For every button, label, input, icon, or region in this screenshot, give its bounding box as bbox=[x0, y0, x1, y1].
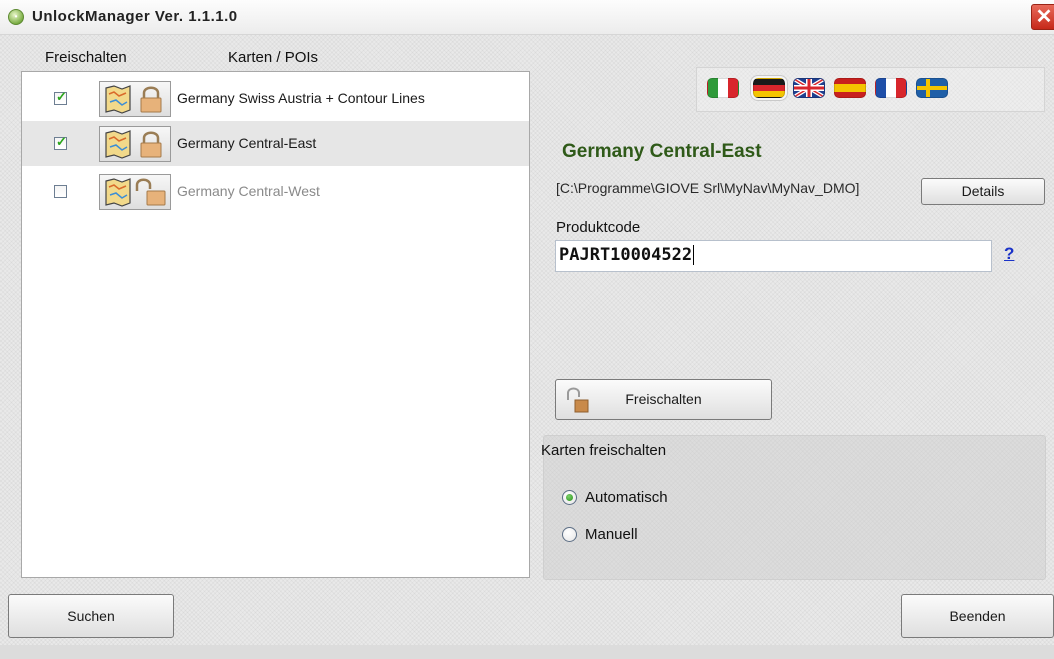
lock-closed-icon bbox=[140, 86, 162, 113]
check-mark-icon: ✓ bbox=[56, 89, 67, 104]
search-button[interactable]: Suchen bbox=[8, 594, 174, 638]
spain-flag-icon[interactable] bbox=[834, 78, 866, 98]
details-button[interactable]: Details bbox=[921, 178, 1045, 205]
map-list-item-selected[interactable]: ✓ Germany Central-East bbox=[22, 121, 529, 166]
language-selector bbox=[696, 67, 1045, 112]
app-icon: • bbox=[8, 9, 24, 25]
lock-closed-icon bbox=[140, 131, 162, 158]
product-code-value: PAJRT10004522 bbox=[559, 245, 693, 265]
product-code-input[interactable]: PAJRT10004522 bbox=[555, 240, 992, 272]
map-list: ✓ Germany Swiss Austria + Contour Lines … bbox=[21, 71, 530, 578]
exit-button[interactable]: Beenden bbox=[901, 594, 1054, 638]
selected-map-title: Germany Central-East bbox=[562, 141, 762, 162]
column-header-maps: Karten / POIs bbox=[228, 49, 319, 66]
radio-manual[interactable] bbox=[562, 527, 577, 542]
radio-automatic-label[interactable]: Automatisch bbox=[585, 489, 668, 506]
install-path: [C:\Programme\GIOVE Srl\MyNav\MyNav_DMO] bbox=[556, 180, 860, 196]
unlock-button-label: Freischalten bbox=[625, 391, 702, 407]
germany-flag-icon[interactable] bbox=[751, 76, 787, 100]
map-list-item[interactable]: Germany Central-West bbox=[22, 169, 529, 214]
window-title: UnlockManager Ver. 1.1.1.0 bbox=[32, 8, 238, 25]
map-name: Germany Central-West bbox=[177, 183, 320, 199]
radio-selected-dot bbox=[566, 494, 573, 501]
map-name: Germany Central-East bbox=[177, 135, 317, 151]
sweden-flag-icon[interactable] bbox=[916, 78, 948, 98]
text-caret bbox=[693, 245, 695, 265]
italy-flag-icon[interactable] bbox=[707, 78, 739, 98]
map-thumbnail bbox=[99, 174, 171, 210]
uk-flag-icon[interactable] bbox=[793, 78, 825, 98]
radio-automatic[interactable] bbox=[562, 490, 577, 505]
column-header-unlock: Freischalten bbox=[45, 49, 127, 66]
check-mark-icon: ✓ bbox=[56, 134, 67, 149]
map-name: Germany Swiss Austria + Contour Lines bbox=[177, 90, 425, 106]
map-icon bbox=[105, 178, 131, 207]
map-icon bbox=[105, 85, 131, 114]
map-thumbnail bbox=[99, 126, 171, 162]
lock-open-icon bbox=[564, 386, 590, 429]
unlock-button[interactable]: Freischalten bbox=[555, 379, 772, 420]
status-bar bbox=[0, 645, 1054, 659]
map-thumbnail bbox=[99, 81, 171, 117]
title-bar: • UnlockManager Ver. 1.1.1.0 ✕ bbox=[0, 0, 1054, 35]
unlock-checkbox[interactable]: ✓ bbox=[54, 134, 67, 150]
map-icon bbox=[105, 130, 131, 159]
unlock-checkbox[interactable]: ✓ bbox=[54, 89, 67, 105]
product-code-label: Produktcode bbox=[556, 219, 641, 236]
unlock-checkbox[interactable] bbox=[54, 185, 67, 198]
unlock-mode-title: Karten freischalten bbox=[541, 442, 667, 459]
france-flag-icon[interactable] bbox=[875, 78, 907, 98]
help-link[interactable]: ? bbox=[1004, 244, 1014, 264]
radio-manual-label[interactable]: Manuell bbox=[585, 526, 638, 543]
lock-open-icon bbox=[135, 178, 166, 206]
map-list-item[interactable]: ✓ Germany Swiss Austria + Contour Lines bbox=[22, 76, 529, 121]
close-button[interactable]: ✕ bbox=[1031, 4, 1054, 30]
